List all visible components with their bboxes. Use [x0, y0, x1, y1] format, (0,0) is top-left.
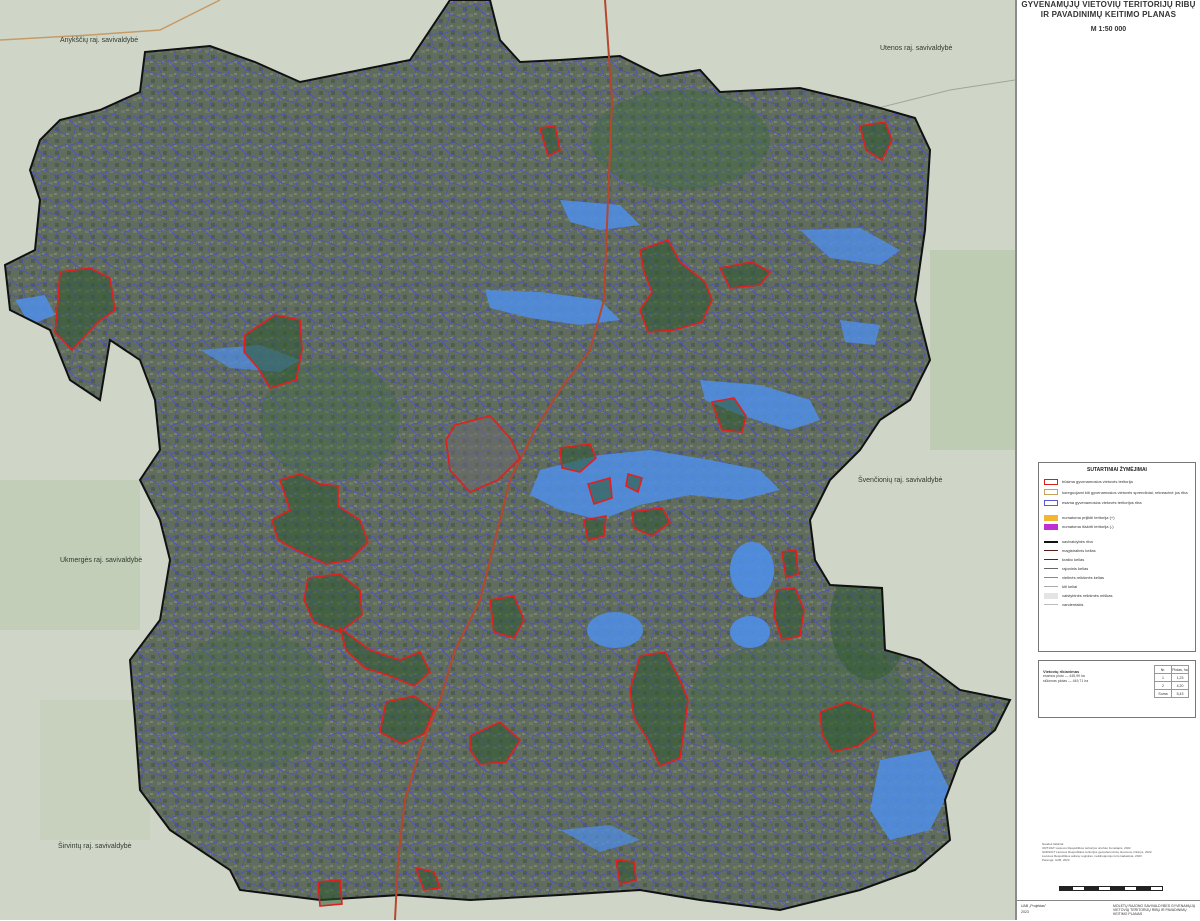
- scale-bar: [1059, 886, 1163, 891]
- lake: [587, 612, 643, 648]
- stats-table: Nr. Plotas, ha 1 1,23 2 4,20 Suma 5,43: [1154, 665, 1189, 698]
- settlement-territory: [583, 515, 607, 541]
- stats-row: Nr. Plotas, ha: [1154, 665, 1189, 674]
- notes-box: Naudoti šaltiniai: ORT10LT Lietuvos Resp…: [1038, 842, 1196, 884]
- lake: [730, 542, 774, 598]
- legend-label: numatoma prijiktii teritorija (+): [1062, 515, 1115, 520]
- legend-symbol: [1044, 523, 1058, 530]
- map-area[interactable]: Anykščių raj. savivaldybė Utenos raj. sa…: [0, 0, 1015, 920]
- stats-cell: Nr.: [1154, 665, 1172, 674]
- legend-item: savivaldybės riba: [1044, 537, 1195, 546]
- stats-cell: 1,23: [1171, 673, 1189, 682]
- legend-item: krašto kelias: [1044, 555, 1195, 564]
- stats-row: Suma 5,43: [1154, 689, 1189, 698]
- plan-title-line1: GYVENAMŲJŲ VIETOVIŲ TERITORIJŲ RIBŲ: [1021, 0, 1196, 9]
- legend-item: numatoma išskirti teritorija (-): [1044, 522, 1195, 531]
- legend-symbol: [1044, 604, 1058, 605]
- settlement-territory: [615, 859, 637, 885]
- stats-cell: 5,43: [1171, 689, 1189, 698]
- legend-symbol: [1044, 592, 1058, 599]
- stats-row: 2 4,20: [1154, 681, 1189, 690]
- legend-symbol: [1044, 478, 1058, 485]
- title-block-company: UAB „Projektas": [1021, 904, 1047, 908]
- map-scale: M 1:50 000: [1090, 26, 1127, 33]
- legend-panel: GYVENAMŲJŲ VIETOVIŲ TERITORIJŲ RIBŲ IR P…: [1015, 0, 1200, 920]
- legend-item: rajoninis kelias: [1044, 564, 1195, 573]
- legend-box: SUTARTINIAI ŽYMĖJIMAI būsima gyvenamosio…: [1038, 462, 1196, 652]
- neighbor-label-ukmerge: Ukmergės raj. savivaldybė: [60, 557, 143, 564]
- stats-cell: 2: [1154, 681, 1172, 690]
- legend-symbol: [1044, 499, 1058, 506]
- title-block-footer: UAB „Projektas" 2023 MOLĖTŲ RAJONO SAVIV…: [1017, 900, 1200, 921]
- stats-row: 1 1,23: [1154, 673, 1189, 682]
- plan-title: GYVENAMŲJŲ VIETOVIŲ TERITORIJŲ RIBŲ IR P…: [1017, 0, 1200, 33]
- legend-label: valstybinės reikšmės miškas: [1062, 593, 1113, 598]
- outside-forest-patch: [40, 700, 150, 840]
- legend-symbol: [1044, 586, 1058, 587]
- stats-summary: Vietovių rikiavimas esamos ploto — 445,9…: [1043, 669, 1121, 684]
- neighbor-label-svencionys: Švenčionių raj. savivaldybė: [858, 477, 943, 484]
- legend-symbol: [1044, 550, 1058, 551]
- outside-forest-patch: [0, 480, 140, 630]
- legend-label: vandentakis: [1062, 602, 1084, 607]
- legend-symbol: [1044, 489, 1058, 495]
- title-block-year: 2023: [1021, 910, 1029, 914]
- legend-item: magistralinis kelias: [1044, 546, 1195, 555]
- plan-title-line2: IR PAVADINIMŲ KEITIMO PLANAS: [1040, 10, 1177, 19]
- legend-label: vietinės reikšmės kelias: [1062, 575, 1105, 580]
- neighbor-label-sirvintos: Širvintų raj. savivaldybė: [58, 843, 132, 850]
- stats-cell: Suma: [1154, 689, 1172, 698]
- legend-title: SUTARTINIAI ŽYMĖJIMAI: [1087, 467, 1147, 473]
- stats-cell: Plotas, ha: [1171, 665, 1189, 674]
- legend-symbol: [1044, 514, 1058, 521]
- legend-item: koreguojami kiti gyvenamosios vietovės s…: [1044, 486, 1195, 498]
- legend-symbol: [1044, 559, 1058, 560]
- title-block-project: MOLĖTŲ RAJONO SAVIVALDYBĖS GYVENAMŲJŲ VI…: [1113, 904, 1196, 916]
- note-line: Parengė: UAB, 2023: [1042, 858, 1070, 862]
- legend-label: kiti keliai: [1062, 584, 1078, 589]
- legend-label: koreguojami kiti gyvenamosios vietovės s…: [1062, 489, 1188, 495]
- legend-label: būsima gyvenamosios vietovės teritorija: [1062, 479, 1133, 484]
- legend-list: būsima gyvenamosios vietovės teritorija k…: [1039, 477, 1195, 609]
- map-canvas[interactable]: [0, 0, 1015, 920]
- neighbor-label-utena: Utenos raj. savivaldybė: [880, 45, 953, 52]
- legend-item: būsima gyvenamosios vietovės teritorija: [1044, 477, 1195, 486]
- neighbor-label-anyksciai: Anykščių raj. savivaldybė: [60, 37, 139, 44]
- legend-symbol: [1044, 540, 1058, 543]
- legend-symbol: [1044, 577, 1058, 578]
- stats-line: siūlomas plotas — 449,71 ha: [1043, 679, 1089, 683]
- stats-cell: 1: [1154, 673, 1172, 682]
- outside-forest-patch: [930, 250, 1015, 450]
- legend-label: esama gyvenamosios vietovės teritorijos …: [1062, 500, 1142, 505]
- lake: [730, 616, 770, 648]
- legend-label: krašto kelias: [1062, 557, 1085, 562]
- legend-label: numatoma išskirti teritorija (-): [1062, 524, 1114, 529]
- stats-box: Vietovių rikiavimas esamos ploto — 445,9…: [1038, 660, 1196, 718]
- legend-item: numatoma prijiktii teritorija (+): [1044, 513, 1195, 522]
- stats-cell: 4,20: [1171, 681, 1189, 690]
- legend-item: vandentakis: [1044, 600, 1195, 609]
- legend-item: kiti keliai: [1044, 582, 1195, 591]
- legend-item: valstybinės reikšmės miškas: [1044, 591, 1195, 600]
- legend-item: vietinės reikšmės kelias: [1044, 573, 1195, 582]
- legend-item: esama gyvenamosios vietovės teritorijos …: [1044, 498, 1195, 507]
- legend-label: savivaldybės riba: [1062, 539, 1093, 544]
- legend-label: rajoninis kelias: [1062, 566, 1089, 571]
- legend-label: magistralinis kelias: [1062, 548, 1096, 553]
- legend-symbol: [1044, 568, 1058, 569]
- settlement-territory: [317, 879, 343, 907]
